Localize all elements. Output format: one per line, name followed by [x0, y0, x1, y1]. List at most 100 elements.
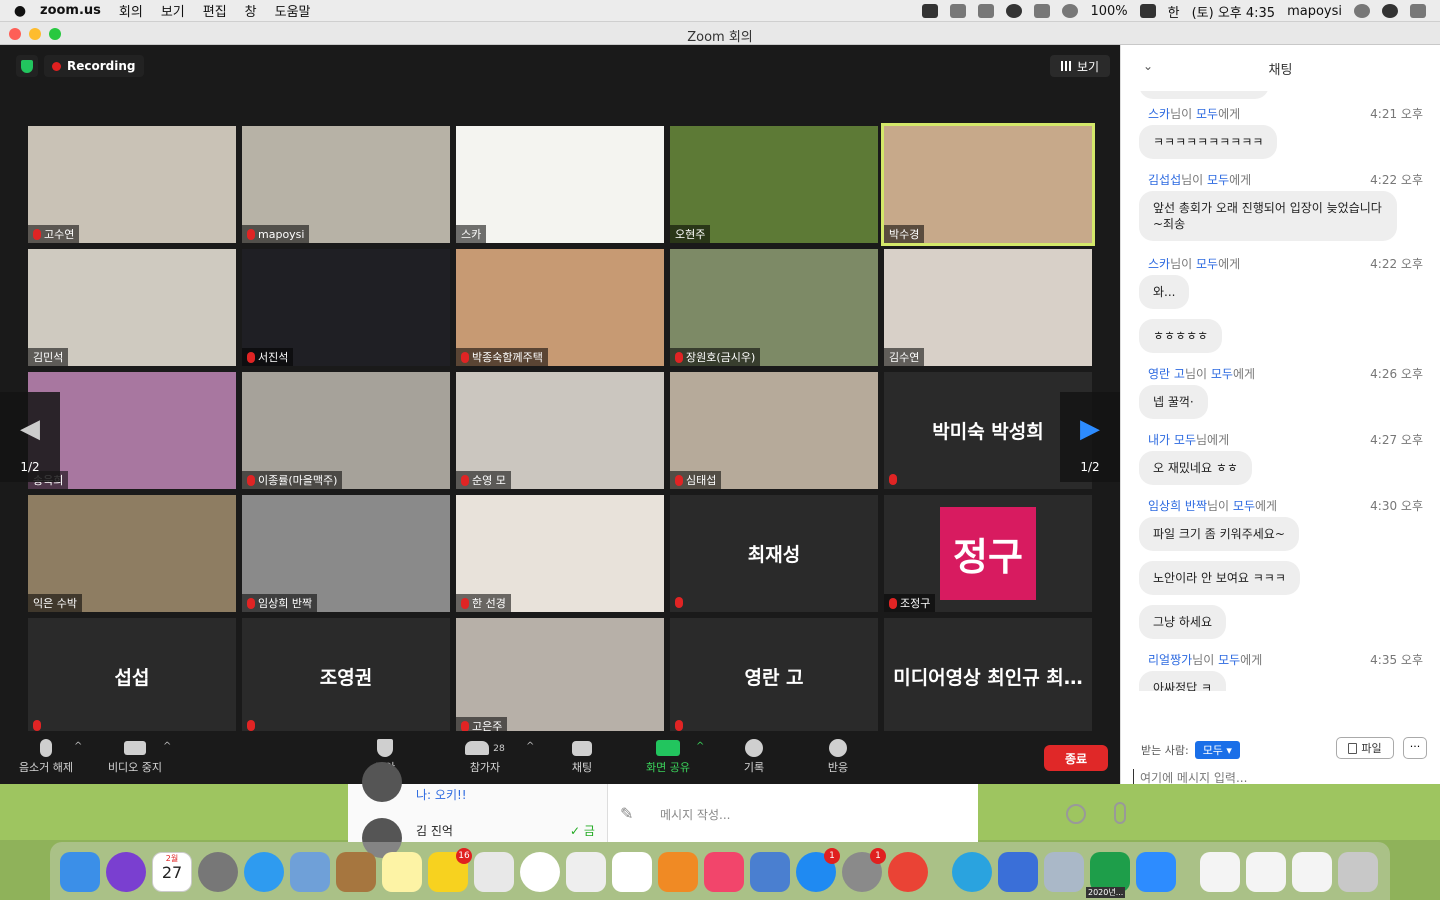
siri-icon[interactable] [1382, 4, 1398, 18]
sender-name[interactable]: 스카 [1148, 107, 1170, 121]
share-options-caret-icon[interactable]: ^ [696, 741, 704, 752]
image-capture-icon[interactable] [1044, 852, 1084, 892]
keynote-icon[interactable] [750, 852, 790, 892]
encryption-shield-icon[interactable] [16, 55, 38, 77]
siri-dock-icon[interactable] [106, 852, 146, 892]
participant-tile[interactable]: 박수경 [881, 123, 1095, 246]
file-button[interactable]: 파일 [1336, 737, 1394, 759]
sender-name[interactable]: 김섭섭 [1148, 173, 1181, 187]
participant-tile[interactable]: 스카 [456, 126, 664, 243]
recipient-select[interactable]: 모두 ▾ [1194, 741, 1240, 759]
crown-icon[interactable] [950, 4, 967, 18]
pages-icon[interactable] [998, 852, 1038, 892]
stop-video-button[interactable]: 비디오 중지 [102, 737, 168, 775]
microphone-icon[interactable] [1114, 802, 1126, 824]
music-icon[interactable] [704, 852, 744, 892]
sender-name[interactable]: 영란 고 [1148, 367, 1185, 381]
participant-tile[interactable]: 순영 모 [456, 372, 664, 489]
recipient-name[interactable]: 모두 [1196, 107, 1218, 121]
video-options-caret-icon[interactable]: ^ [163, 741, 171, 752]
participant-tile[interactable]: 고수연 [28, 126, 236, 243]
participant-tile[interactable]: mapoysi [242, 126, 450, 243]
more-options-button[interactable]: ··· [1403, 737, 1427, 759]
participant-tile[interactable]: 이종률(마을맥주) [242, 372, 450, 489]
telegram-status-icon[interactable] [978, 4, 995, 18]
participant-tile[interactable]: 장원호(금시우) [670, 249, 878, 366]
recipient-name[interactable]: 모두 [1233, 499, 1255, 513]
zoom-icon[interactable] [1136, 852, 1176, 892]
participants-options-caret-icon[interactable]: ^ [526, 741, 534, 752]
chat-preview-1[interactable]: 나: 오키!! [416, 786, 467, 803]
launchpad-icon[interactable] [198, 852, 238, 892]
participant-tile[interactable]: 박종숙함께주택 [456, 249, 664, 366]
recipient-name[interactable]: 모두 [1174, 433, 1196, 447]
battery-icon[interactable] [1139, 4, 1156, 18]
participants-button[interactable]: 28 참가자 [460, 737, 510, 775]
menu-window[interactable]: 창 [245, 1, 257, 20]
participant-tile[interactable]: 심태섭 [670, 372, 878, 489]
participant-tile[interactable]: 조영권 [242, 618, 450, 735]
participant-tile[interactable]: 최재성 [670, 495, 878, 612]
chevron-down-icon[interactable]: ⌄ [1143, 59, 1153, 73]
notes-icon[interactable] [382, 852, 422, 892]
dock-document-icon[interactable] [1246, 852, 1286, 892]
photos-icon[interactable] [520, 852, 560, 892]
mail-icon[interactable] [290, 852, 330, 892]
safari-icon[interactable] [244, 852, 284, 892]
share-screen-button[interactable]: 화면 공유 [640, 737, 696, 775]
wifi-icon[interactable] [1062, 4, 1079, 18]
participant-tile[interactable]: 김수연 [884, 249, 1092, 366]
unmute-button[interactable]: 음소거 해제 [14, 737, 78, 775]
recipient-name[interactable]: 모두 [1218, 653, 1240, 667]
numbers-chart-icon[interactable] [612, 852, 652, 892]
attach-icon[interactable]: ✎ [620, 804, 633, 823]
next-page-button[interactable]: ▶ 1/2 [1060, 392, 1120, 482]
participant-tile[interactable]: 한 선경 [456, 495, 664, 612]
apple-menu-icon[interactable]: ● [0, 3, 40, 19]
recipient-name[interactable]: 모두 [1211, 367, 1233, 381]
chat-preview-2-name[interactable]: 김 진억 [416, 822, 453, 839]
menu-view[interactable]: 보기 [161, 1, 185, 20]
bluetooth-icon[interactable] [1034, 4, 1051, 18]
participant-tile[interactable]: 임상희 반짝 [242, 495, 450, 612]
view-button[interactable]: 보기 [1050, 55, 1110, 77]
notification-center-icon[interactable] [1410, 4, 1426, 18]
recording-indicator[interactable]: Recording [44, 55, 144, 77]
participant-tile[interactable]: 오현주 [670, 126, 878, 243]
menubar-user[interactable]: mapoysi [1287, 4, 1342, 19]
numbers-icon[interactable]: 2020년... [1086, 852, 1130, 898]
previous-page-button[interactable]: ◀ 1/2 [0, 392, 60, 482]
finder-icon[interactable] [60, 852, 100, 892]
chat-status-icon[interactable] [1006, 4, 1023, 18]
emoji-icon[interactable] [1066, 804, 1086, 824]
system-preferences-icon[interactable]: 1 [842, 848, 886, 892]
sender-name[interactable]: 스카 [1148, 257, 1170, 271]
reactions-button[interactable]: 반응 [818, 737, 858, 775]
recipient-name[interactable]: 모두 [1207, 173, 1229, 187]
trash-icon[interactable] [1338, 852, 1378, 892]
menu-app[interactable]: zoom.us [40, 3, 101, 18]
participant-tile[interactable]: 영란 고 [670, 618, 878, 735]
chrome-icon[interactable] [888, 852, 928, 892]
dock-document-icon[interactable] [1200, 852, 1240, 892]
participant-tile[interactable]: 고은주 [456, 618, 664, 735]
participant-tile[interactable]: 서진석 [242, 249, 450, 366]
maps-icon[interactable] [474, 852, 514, 892]
audio-options-caret-icon[interactable]: ^ [74, 741, 82, 752]
participant-tile[interactable]: 정구 조정구 [884, 495, 1092, 612]
menu-meeting[interactable]: 회의 [119, 1, 143, 20]
kakaotalk-icon[interactable]: 16 [428, 848, 472, 892]
participant-tile[interactable]: 미디어영상 최인규 최… [884, 618, 1092, 735]
contacts-icon[interactable] [336, 852, 376, 892]
menubar-clock[interactable]: (토) 오후 4:35 [1192, 2, 1275, 21]
calendar-icon[interactable]: 2월 27 [152, 852, 192, 892]
end-meeting-button[interactable]: 종료 [1044, 745, 1108, 771]
app-store-icon[interactable]: 1 [796, 848, 840, 892]
sender-name[interactable]: 리얼짱가 [1148, 653, 1192, 667]
menu-help[interactable]: 도움말 [275, 1, 311, 20]
avatar[interactable] [362, 762, 402, 802]
preview-icon[interactable] [566, 852, 606, 892]
chat-message-list[interactable]: 스카님이 모두에게 4:21 오후 ㅋㅋㅋㅋㅋㅋㅋㅋㅋㅋ 김섭섭님이 모두에게 4:22… [1121, 91, 1440, 691]
sender-name[interactable]: 내가 [1148, 433, 1170, 447]
telegram-icon[interactable] [952, 852, 992, 892]
